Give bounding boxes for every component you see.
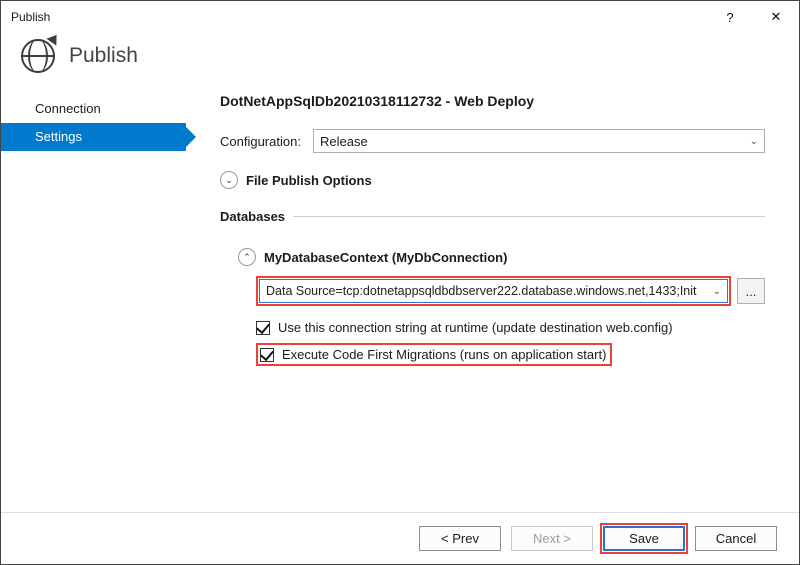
header: Publish <box>1 33 799 87</box>
sidebar-item-settings[interactable]: Settings <box>1 123 186 151</box>
sidebar-item-connection[interactable]: Connection <box>1 95 186 123</box>
databases-section-header: Databases <box>220 209 765 224</box>
configuration-label: Configuration: <box>220 134 313 149</box>
help-button[interactable]: ? <box>707 1 753 33</box>
chevron-down-icon: ⌄ <box>220 171 238 189</box>
header-title: Publish <box>69 44 138 68</box>
configuration-value: Release <box>320 134 368 149</box>
databases-label: Databases <box>220 209 285 224</box>
db-context-expander[interactable]: ⌃ MyDatabaseContext (MyDbConnection) <box>238 248 765 266</box>
use-connection-string-checkbox-row[interactable]: Use this connection string at runtime (u… <box>238 320 765 335</box>
file-publish-options-label: File Publish Options <box>246 173 372 188</box>
sidebar: Connection Settings <box>1 87 186 512</box>
chevron-down-icon: ⌄ <box>713 286 721 297</box>
cancel-button[interactable]: Cancel <box>695 526 777 551</box>
connection-string-builder-button[interactable]: ... <box>737 278 765 304</box>
checkbox-checked-icon[interactable] <box>256 321 270 335</box>
connection-string-select[interactable]: Data Source=tcp:dotnetappsqldbdbserver22… <box>259 279 728 303</box>
db-context-label: MyDatabaseContext (MyDbConnection) <box>264 250 507 265</box>
window-title: Publish <box>11 10 50 24</box>
publish-icon <box>21 39 55 73</box>
configuration-select[interactable]: Release ⌄ <box>313 129 765 153</box>
close-button[interactable]: ✕ <box>753 1 799 33</box>
titlebar: Publish ? ✕ <box>1 1 799 33</box>
publish-dialog: Publish ? ✕ Publish Connection Settings … <box>0 0 800 565</box>
divider <box>293 216 765 217</box>
checkbox-checked-icon[interactable] <box>260 348 274 362</box>
execute-migrations-label: Execute Code First Migrations (runs on a… <box>282 347 606 362</box>
chevron-down-icon: ⌄ <box>750 136 758 147</box>
sidebar-item-label: Connection <box>35 101 101 116</box>
use-connection-string-label: Use this connection string at runtime (u… <box>278 320 673 335</box>
sidebar-item-label: Settings <box>35 129 82 144</box>
next-button: Next > <box>511 526 593 551</box>
highlight-connection-string: Data Source=tcp:dotnetappsqldbdbserver22… <box>256 276 731 306</box>
highlight-execute-migrations: Execute Code First Migrations (runs on a… <box>256 343 612 366</box>
profile-name: DotNetAppSqlDb20210318112732 - Web Deplo… <box>220 93 765 109</box>
connection-string-value: Data Source=tcp:dotnetappsqldbdbserver22… <box>266 284 697 298</box>
file-publish-options-expander[interactable]: ⌄ File Publish Options <box>220 171 765 189</box>
save-button[interactable]: Save <box>603 526 685 551</box>
footer: < Prev Next > Save Cancel <box>1 512 799 564</box>
main-panel: DotNetAppSqlDb20210318112732 - Web Deplo… <box>186 87 799 512</box>
prev-button[interactable]: < Prev <box>419 526 501 551</box>
chevron-up-icon: ⌃ <box>238 248 256 266</box>
